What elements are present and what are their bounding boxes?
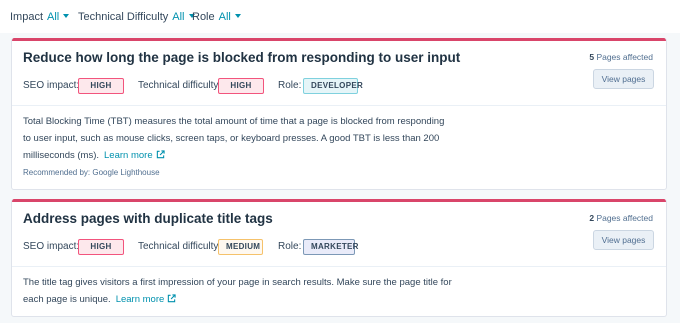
pages-affected: 5 Pages affected (589, 52, 653, 62)
learn-more-label[interactable]: Learn more (116, 294, 165, 305)
view-pages-button[interactable]: View pages (593, 230, 654, 250)
impact-filter-value[interactable]: All (47, 11, 59, 23)
external-link-icon[interactable] (156, 150, 165, 159)
seo-impact-badge: HIGH (78, 78, 124, 94)
role-label: Role: (278, 80, 302, 91)
impact-filter-label: Impact (10, 11, 44, 23)
pages-affected-count: 2 (589, 213, 595, 223)
recommendation-description: The title tag gives visitors a first imp… (23, 274, 453, 308)
role-filter-label: Role (192, 11, 215, 23)
card-priority-bar (12, 199, 666, 202)
chevron-down-icon[interactable] (63, 14, 70, 18)
pages-affected: 2 Pages affected (589, 213, 653, 223)
seo-impact-badge: HIGH (78, 239, 124, 255)
recommendation-description: Total Blocking Time (TBT) measures the t… (23, 113, 453, 164)
technical-difficulty-label: Technical difficulty: (138, 241, 222, 252)
external-link-icon[interactable] (167, 294, 176, 303)
pages-affected-label: Pages affected (596, 213, 653, 223)
learn-more-link[interactable]: Learn more (116, 294, 177, 305)
learn-more-link[interactable]: Learn more (104, 150, 165, 161)
pages-affected-label: Pages affected (596, 52, 653, 62)
technical-difficulty-filter[interactable]: Technical Difficulty All (78, 11, 195, 23)
recommendation-title: Address pages with duplicate title tags (23, 211, 273, 226)
recommendation-card: Reduce how long the page is blocked from… (11, 38, 667, 190)
seo-impact-label: SEO impact: (23, 241, 80, 252)
card-priority-bar (12, 38, 666, 41)
technical-difficulty-filter-label: Technical Difficulty (78, 11, 169, 23)
view-pages-button[interactable]: View pages (593, 69, 654, 89)
recommended-by: Recommended by: Google Lighthouse (23, 168, 160, 177)
technical-difficulty-badge: MEDIUM (218, 239, 263, 255)
filter-bar: Impact All Technical Difficulty All Role Al… (0, 0, 680, 33)
role-badge: DEVELOPER (303, 78, 363, 94)
technical-difficulty-label: Technical difficulty: (138, 80, 222, 91)
description-text: Total Blocking Time (TBT) measures the t… (23, 116, 445, 161)
pages-affected-count: 5 (589, 52, 595, 62)
learn-more-label[interactable]: Learn more (104, 150, 153, 161)
role-filter-value[interactable]: All (219, 11, 231, 23)
recommendation-card: Address pages with duplicate title tags … (11, 199, 667, 317)
technical-difficulty-filter-value[interactable]: All (172, 11, 184, 23)
role-badge: MARKETER (303, 239, 358, 255)
role-label: Role: (278, 241, 302, 252)
card-divider (12, 266, 666, 267)
card-divider (12, 105, 666, 106)
technical-difficulty-badge: HIGH (218, 78, 264, 94)
seo-impact-label: SEO impact: (23, 80, 80, 91)
impact-filter[interactable]: Impact All (10, 11, 70, 23)
description-text: The title tag gives visitors a first imp… (23, 277, 452, 305)
role-filter[interactable]: Role All (192, 11, 241, 23)
recommendation-title: Reduce how long the page is blocked from… (23, 50, 461, 65)
chevron-down-icon[interactable] (234, 14, 241, 18)
